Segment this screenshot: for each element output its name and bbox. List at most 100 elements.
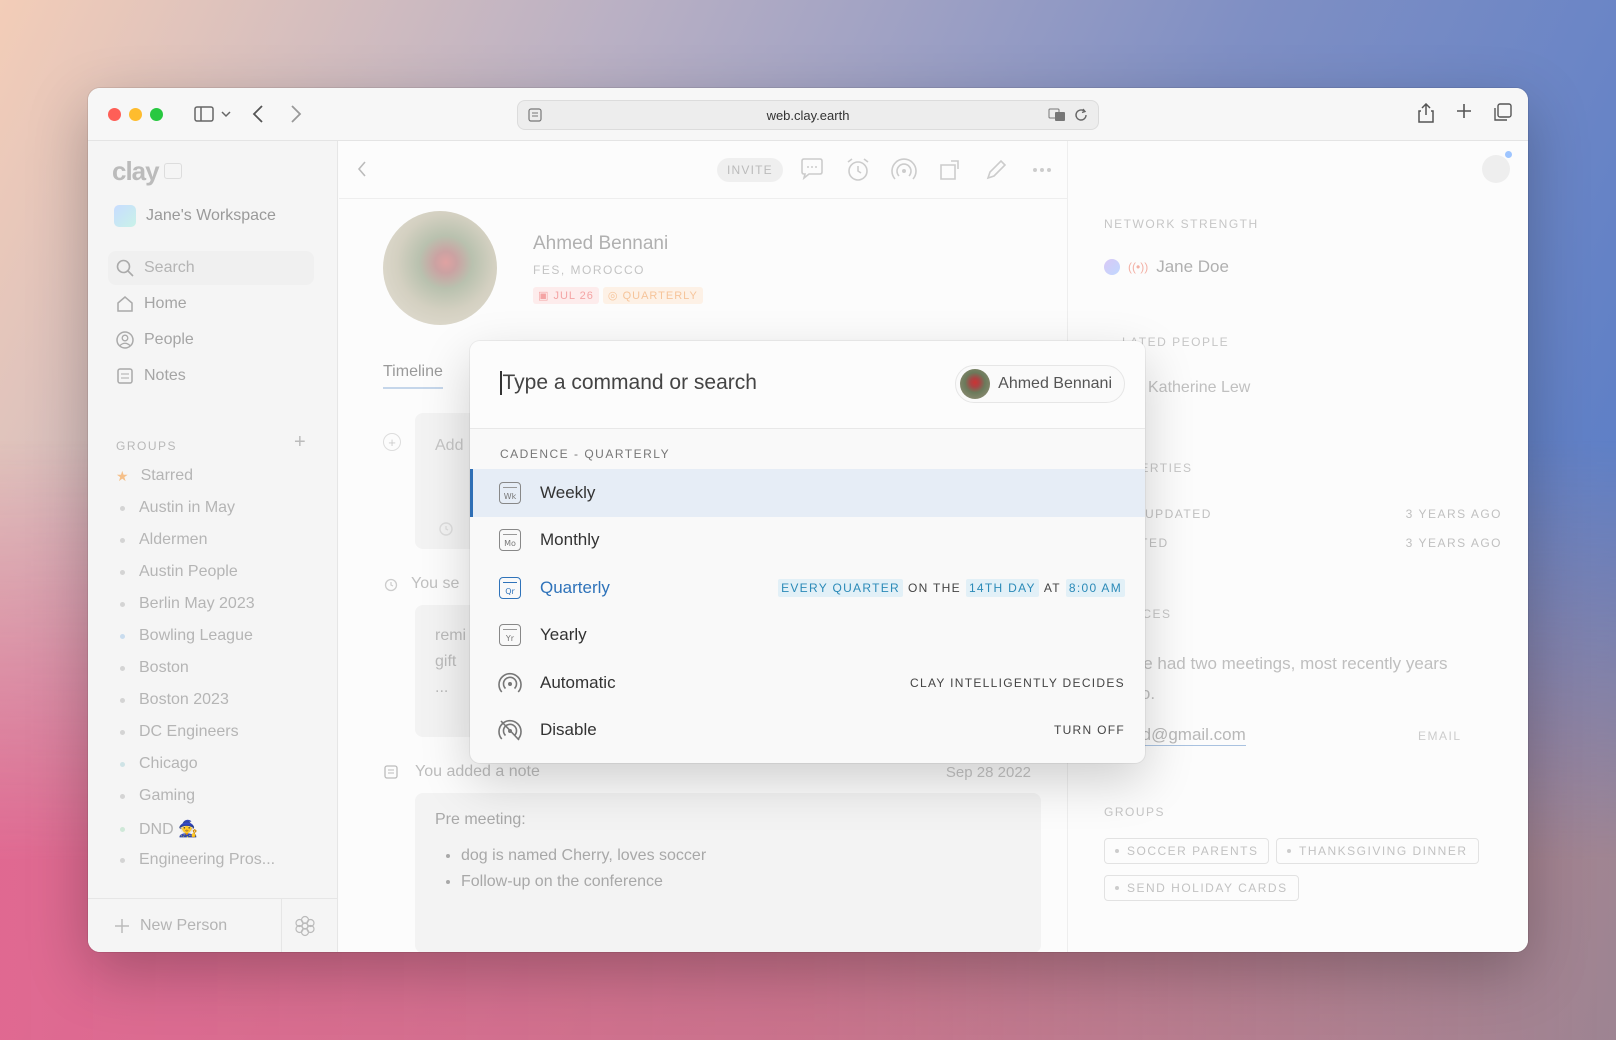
sidebar-group[interactable]: Bowling League bbox=[120, 627, 253, 645]
group-chip-label: SEND HOLIDAY CARDS bbox=[1127, 881, 1288, 895]
more-icon[interactable] bbox=[1029, 157, 1055, 188]
group-dot bbox=[120, 601, 125, 607]
group-dot bbox=[120, 569, 125, 575]
forward-arrow-icon[interactable] bbox=[285, 103, 307, 125]
alarm-icon[interactable] bbox=[437, 519, 455, 542]
sidebar-group[interactable]: Berlin May 2023 bbox=[120, 595, 255, 613]
text-caret bbox=[500, 371, 502, 395]
group-label: Gaming bbox=[139, 787, 196, 804]
sidebar-group[interactable]: Engineering Pros... bbox=[120, 851, 275, 869]
option-label: Weekly bbox=[540, 482, 596, 502]
quarterly-schedule-detail: EVERY QUARTER ON THE 14TH DAY AT 8:00 AM bbox=[778, 578, 1125, 597]
invite-button[interactable]: INVITE bbox=[717, 158, 783, 182]
sidebar-group[interactable]: Gaming bbox=[120, 787, 195, 805]
property-value: 3 YEARS AGO bbox=[1405, 507, 1502, 521]
group-chip[interactable]: THANKSGIVING DINNER bbox=[1276, 838, 1479, 864]
chevron-down-icon[interactable] bbox=[221, 103, 231, 125]
repeat-icon[interactable] bbox=[937, 157, 963, 188]
share-icon[interactable] bbox=[1418, 102, 1434, 128]
cadence-option-quarterly[interactable]: Qr Quarterly EVERY QUARTER ON THE 14TH D… bbox=[470, 564, 1145, 612]
cadence-option-weekly[interactable]: Wk Weekly bbox=[470, 469, 1145, 517]
clay-logo[interactable]: clay bbox=[112, 156, 160, 187]
cadence-option-yearly[interactable]: Yr Yearly bbox=[470, 612, 1145, 660]
group-label: Austin in May bbox=[139, 499, 236, 516]
note-title: Pre meeting: bbox=[435, 811, 526, 828]
group-label: Austin People bbox=[139, 563, 238, 580]
alarm-icon[interactable] bbox=[845, 157, 871, 188]
schedule-day: 14TH DAY bbox=[965, 578, 1039, 597]
sidebar-group[interactable]: Boston bbox=[120, 659, 189, 677]
tab-overview-icon[interactable] bbox=[1494, 103, 1512, 128]
translate-icon[interactable] bbox=[1048, 108, 1066, 125]
notification-dot bbox=[1505, 151, 1512, 158]
group-label: Boston bbox=[139, 659, 189, 676]
radar-icon[interactable] bbox=[891, 157, 917, 188]
option-detail: TURN OFF bbox=[1053, 723, 1125, 738]
add-timeline-item-icon[interactable]: + bbox=[383, 433, 401, 451]
zoom-window-button[interactable] bbox=[150, 107, 163, 121]
close-window-button[interactable] bbox=[108, 107, 121, 121]
cadence-option-disable[interactable]: Disable TURN OFF bbox=[470, 707, 1145, 755]
sidebar-item-people[interactable]: People bbox=[116, 331, 194, 349]
browser-titlebar: web.clay.earth bbox=[88, 88, 1528, 141]
sidebar-group[interactable]: DC Engineers bbox=[120, 723, 239, 741]
note-bullet: dog is named Cherry, loves soccer bbox=[461, 843, 1021, 869]
option-detail: CLAY INTELLIGENTLY DECIDES bbox=[910, 675, 1125, 690]
minimize-window-button[interactable] bbox=[129, 107, 142, 121]
sidebar-group-starred[interactable]: ★ Starred bbox=[116, 467, 193, 485]
add-group-button[interactable]: + bbox=[294, 431, 306, 454]
sidebar-item-home[interactable]: Home bbox=[116, 295, 187, 313]
cadence-option-automatic[interactable]: Automatic CLAY INTELLIGENTLY DECIDES bbox=[470, 659, 1145, 707]
user-avatar[interactable] bbox=[1482, 155, 1510, 183]
sidebar-group[interactable]: Aldermen bbox=[120, 531, 207, 549]
sidebar-group[interactable]: DND 🧙 bbox=[120, 819, 198, 839]
sidebar-group[interactable]: Chicago bbox=[120, 755, 198, 773]
back-icon[interactable] bbox=[357, 161, 367, 182]
contact-avatar[interactable] bbox=[383, 211, 497, 325]
sidebar-group[interactable]: Austin People bbox=[120, 563, 238, 581]
network-person[interactable]: ((•)) Jane Doe bbox=[1104, 257, 1229, 277]
message-icon[interactable] bbox=[799, 157, 825, 188]
related-person-name: Katherine Lew bbox=[1148, 379, 1251, 396]
network-strength-heading: NETWORK STRENGTH bbox=[1104, 217, 1259, 231]
group-chip[interactable]: SEND HOLIDAY CARDS bbox=[1104, 875, 1299, 901]
calendar-quarter-icon: Qr bbox=[499, 576, 521, 599]
workspace-switcher[interactable]: Jane's Workspace bbox=[114, 205, 276, 227]
group-label: Chicago bbox=[139, 755, 198, 772]
sidebar-group[interactable]: Boston 2023 bbox=[120, 691, 229, 709]
cadence-tag[interactable]: ◎ QUARTERLY bbox=[602, 287, 703, 304]
back-arrow-icon[interactable] bbox=[247, 103, 269, 125]
sidebar: clay Jane's Workspace Search Home People… bbox=[88, 141, 338, 952]
reminder-date-tag[interactable]: ▣ JUL 26 bbox=[533, 287, 599, 304]
sidebar-item-label: Home bbox=[144, 295, 187, 312]
new-tab-icon[interactable] bbox=[1456, 103, 1472, 128]
contact-location: FES, MOROCCO bbox=[533, 263, 646, 277]
note-card[interactable]: Pre meeting: dog is named Cherry, loves … bbox=[415, 793, 1041, 952]
sidebar-group[interactable]: Austin in May bbox=[120, 499, 235, 517]
email-label: EMAIL bbox=[1418, 729, 1462, 743]
collapse-sidebar-icon[interactable] bbox=[164, 163, 182, 179]
command-input[interactable]: Type a command or search bbox=[500, 371, 757, 395]
group-label: Bowling League bbox=[139, 627, 253, 644]
settings-flower-icon[interactable] bbox=[294, 915, 316, 942]
workspace-name: Jane's Workspace bbox=[146, 207, 276, 224]
reload-icon[interactable] bbox=[1074, 108, 1088, 125]
plus-icon bbox=[115, 918, 129, 933]
contact-chip-name: Ahmed Bennani bbox=[998, 375, 1112, 392]
edit-pencil-icon[interactable] bbox=[983, 157, 1009, 188]
tab-timeline[interactable]: Timeline bbox=[383, 363, 443, 389]
address-bar[interactable]: web.clay.earth bbox=[517, 100, 1099, 130]
network-person-name: Jane Doe bbox=[1156, 257, 1229, 276]
page-menu-icon[interactable] bbox=[528, 108, 542, 125]
new-person-button[interactable]: New Person bbox=[114, 917, 227, 935]
reminder-line: gift bbox=[435, 653, 457, 670]
search-input[interactable]: Search bbox=[108, 251, 314, 285]
group-dot bbox=[120, 505, 125, 511]
sidebar-toggle-icon[interactable] bbox=[193, 103, 215, 125]
group-chip[interactable]: SOCCER PARENTS bbox=[1104, 838, 1270, 864]
cadence-option-monthly[interactable]: Mo Monthly bbox=[470, 517, 1145, 565]
home-icon bbox=[117, 296, 133, 312]
group-dot bbox=[120, 633, 125, 639]
contact-chip[interactable]: Ahmed Bennani bbox=[955, 365, 1125, 403]
sidebar-item-notes[interactable]: Notes bbox=[116, 367, 186, 385]
